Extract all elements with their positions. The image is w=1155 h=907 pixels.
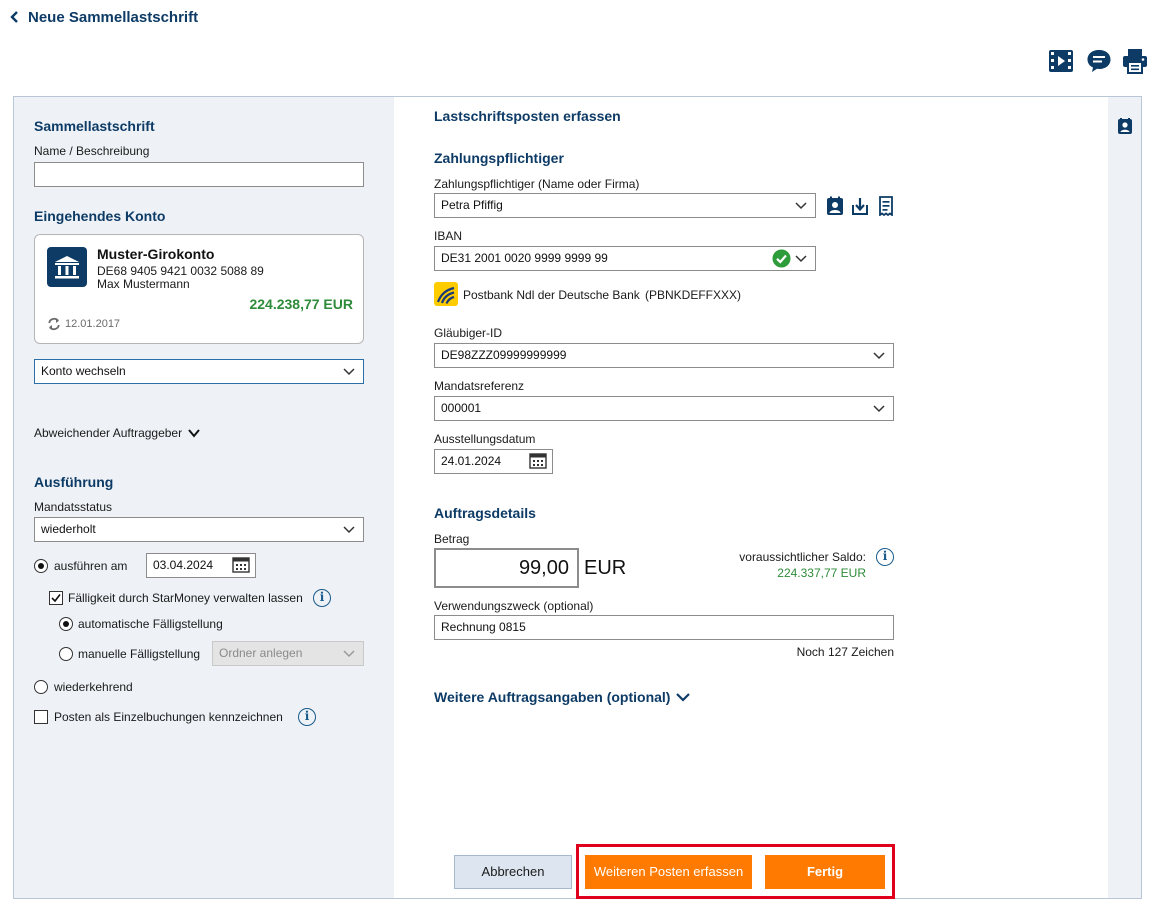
chevron-down-icon <box>187 426 201 440</box>
chevron-down-icon <box>342 522 356 536</box>
faelligkeit-checkbox[interactable] <box>49 591 63 605</box>
sync-icon <box>47 317 61 331</box>
chevron-down-icon <box>872 348 886 362</box>
contacts-icon[interactable] <box>1117 118 1133 134</box>
import-icon[interactable] <box>851 196 869 216</box>
check-valid-icon <box>772 249 791 268</box>
wiederkehrend-radio[interactable] <box>34 680 48 694</box>
einzelbuchungen-checkbox[interactable] <box>34 710 48 724</box>
chevron-down-icon <box>675 689 691 705</box>
ordner-select: Ordner anlegen <box>212 641 364 666</box>
calendar-icon[interactable] <box>529 453 547 469</box>
bank-icon <box>47 247 87 287</box>
chevron-left-icon <box>8 10 22 24</box>
weitere-toggle[interactable]: Weitere Auftragsangaben (optional) <box>434 689 691 705</box>
ausfuehren-radio[interactable] <box>34 559 48 573</box>
auto-label: automatische Fälligstellung <box>78 617 223 631</box>
payer-select[interactable]: Petra Pfiffig <box>434 193 816 218</box>
iban-input[interactable]: DE31 2001 0020 9999 9999 99 <box>434 246 816 271</box>
details-heading: Auftragsdetails <box>434 505 536 521</box>
chars-left: Noch 127 Zeichen <box>796 645 894 659</box>
info-icon[interactable]: i <box>876 548 894 566</box>
back-link[interactable]: Neue Sammellastschrift <box>8 8 198 26</box>
ausfuehren-date-input[interactable]: 03.04.2024 <box>146 553 256 578</box>
betrag-input[interactable]: 99,00 <box>434 548 579 588</box>
chevron-down-icon <box>342 364 356 378</box>
name-input[interactable] <box>34 162 364 187</box>
mandat-select[interactable]: 000001 <box>434 396 894 421</box>
manuell-radio[interactable] <box>59 647 73 661</box>
account-card[interactable]: Muster-Girokonto DE68 9405 9421 0032 508… <box>34 234 364 344</box>
mandatsstatus-select[interactable]: wiederholt <box>34 517 364 542</box>
template-icon[interactable] <box>877 196 895 217</box>
address-book-icon[interactable] <box>826 196 844 216</box>
calendar-icon[interactable] <box>232 557 250 573</box>
wiederkehrend-label: wiederkehrend <box>54 680 133 694</box>
konto-select[interactable]: Konto wechseln <box>34 359 364 384</box>
sync-date: 12.01.2017 <box>65 318 121 330</box>
print-icon[interactable] <box>1122 48 1148 74</box>
postbank-logo <box>434 282 458 306</box>
sammellastschrift-heading: Sammellastschrift <box>34 118 155 134</box>
info-icon[interactable]: i <box>298 708 316 726</box>
iban-label: IBAN <box>434 229 463 243</box>
checkmark-icon <box>51 594 61 603</box>
video-icon[interactable] <box>1048 48 1074 74</box>
right-sidebar <box>1108 97 1141 898</box>
ausstellung-label: Ausstellungsdatum <box>434 432 536 446</box>
more-items-button[interactable]: Weiteren Posten erfassen <box>585 855 752 889</box>
account-name: Muster-Girokonto <box>97 246 215 262</box>
payer-label: Zahlungspflichtiger (Name oder Firma) <box>434 177 640 191</box>
account-iban: DE68 9405 9421 0032 5088 89 <box>97 264 264 278</box>
mandat-label: Mandatsreferenz <box>434 379 525 393</box>
faelligkeit-label: Fälligkeit durch StarMoney verwalten las… <box>68 591 303 605</box>
mandatsstatus-label: Mandatsstatus <box>34 500 113 514</box>
abweichender-toggle[interactable]: Abweichender Auftraggeber <box>34 426 201 440</box>
ausfuehren-label: ausführen am <box>54 559 128 573</box>
info-icon[interactable]: i <box>313 589 331 607</box>
ausstellung-date-input[interactable]: 24.01.2024 <box>434 449 553 474</box>
chevron-down-icon <box>872 401 886 415</box>
main-title: Lastschriftsposten erfassen <box>434 108 621 124</box>
ausfuehrung-heading: Ausführung <box>34 474 114 490</box>
bank-name: Postbank Ndl der Deutsche Bank <box>463 288 640 302</box>
chevron-down-icon <box>794 251 808 265</box>
manuell-label: manuelle Fälligstellung <box>78 647 201 661</box>
done-button[interactable]: Fertig <box>765 855 885 889</box>
payer-heading: Zahlungspflichtiger <box>434 150 564 166</box>
account-balance: 224.238,77 EUR <box>249 296 353 312</box>
auto-radio[interactable] <box>59 617 73 631</box>
betrag-label: Betrag <box>434 532 470 546</box>
chat-icon[interactable] <box>1086 48 1112 74</box>
zweck-label: Verwendungszweck (optional) <box>434 599 594 613</box>
chevron-down-icon <box>794 198 808 212</box>
zweck-input[interactable]: Rechnung 0815 <box>434 615 894 640</box>
account-owner: Max Mustermann <box>97 277 190 291</box>
einzelbuchungen-label: Posten als Einzelbuchungen kennzeichnen <box>54 710 283 724</box>
saldo-label: voraussichtlicher Saldo: <box>739 550 866 564</box>
glaeubiger-label: Gläubiger-ID <box>434 326 503 340</box>
bank-bic: (PBNKDEFFXXX) <box>645 288 742 302</box>
glaeubiger-select[interactable]: DE98ZZZ09999999999 <box>434 343 894 368</box>
chevron-down-icon <box>342 646 356 660</box>
eingehendes-konto-heading: Eingehendes Konto <box>34 208 166 224</box>
cancel-button[interactable]: Abbrechen <box>454 855 572 889</box>
saldo-value: 224.337,77 EUR <box>777 566 866 580</box>
currency-label: EUR <box>584 557 627 579</box>
name-label: Name / Beschreibung <box>34 144 150 158</box>
page-title: Neue Sammellastschrift <box>28 8 199 26</box>
